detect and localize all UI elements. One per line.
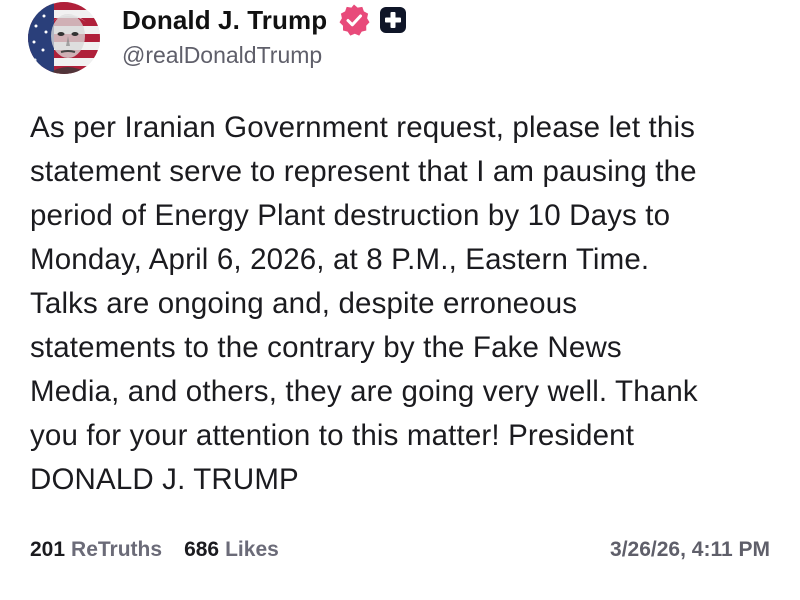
- likes-label: Likes: [225, 538, 279, 561]
- avatar[interactable]: [28, 2, 100, 74]
- likes-stat[interactable]: 686 Likes: [184, 538, 279, 562]
- plus-badge-icon: [379, 6, 407, 34]
- post-stats: 201 ReTruths 686 Likes: [30, 538, 279, 562]
- retruths-count: 201: [30, 538, 66, 561]
- post-card: Donald J. Trump @realDonaldTrump As per …: [0, 0, 800, 600]
- retruths-stat[interactable]: 201 ReTruths: [30, 538, 162, 562]
- author-header: Donald J. Trump: [122, 2, 407, 38]
- avatar-image: [28, 2, 100, 74]
- retruths-label: ReTruths: [71, 538, 163, 561]
- post-timestamp[interactable]: 3/26/26, 4:11 PM: [610, 538, 770, 562]
- author-display-name[interactable]: Donald J. Trump: [122, 5, 327, 36]
- likes-count: 686: [184, 538, 220, 561]
- verified-badge-icon: [337, 3, 371, 37]
- author-handle[interactable]: @realDonaldTrump: [122, 42, 322, 69]
- post-body-text: As per Iranian Government request, pleas…: [30, 111, 698, 496]
